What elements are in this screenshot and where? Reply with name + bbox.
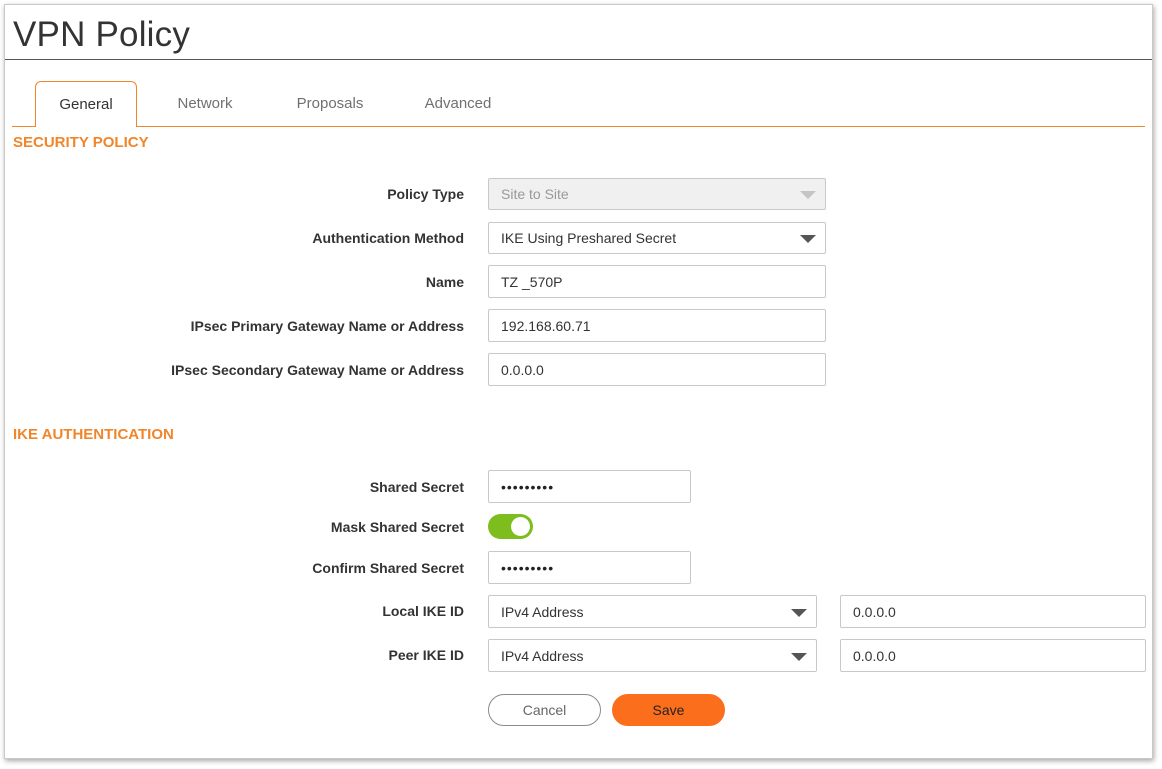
tab-advanced[interactable]: Advanced: [408, 81, 508, 126]
shared-secret-value: •••••••••: [501, 478, 555, 495]
caret-down-icon: [800, 235, 816, 243]
confirm-secret-input[interactable]: •••••••••: [488, 551, 691, 584]
confirm-secret-value: •••••••••: [501, 559, 555, 576]
peer-ike-id-input[interactable]: 0.0.0.0: [840, 639, 1146, 672]
local-ike-id-value: 0.0.0.0: [853, 603, 896, 620]
tab-bar: General Network Proposals Advanced: [12, 81, 1145, 127]
auth-method-label: Authentication Method: [312, 230, 464, 246]
ike-authentication-heading: IKE AUTHENTICATION: [13, 426, 174, 443]
primary-gateway-input[interactable]: 192.168.60.71: [488, 309, 826, 342]
cancel-button[interactable]: Cancel: [488, 694, 601, 726]
local-ike-id-label: Local IKE ID: [382, 603, 464, 619]
policy-type-select: Site to Site: [488, 178, 826, 210]
vpn-policy-window: VPN Policy General Network Proposals Adv…: [4, 4, 1153, 759]
local-ike-id-type: IPv4 Address: [501, 603, 584, 620]
peer-ike-id-label: Peer IKE ID: [388, 647, 464, 663]
secondary-gateway-label: IPsec Secondary Gateway Name or Address: [171, 362, 464, 378]
title-divider: [5, 59, 1152, 60]
tab-network[interactable]: Network: [155, 81, 255, 126]
mask-shared-secret-label: Mask Shared Secret: [330, 519, 464, 535]
name-value: TZ _570P: [501, 273, 563, 290]
peer-ike-id-type-select[interactable]: IPv4 Address: [488, 639, 817, 672]
policy-type-label: Policy Type: [387, 186, 464, 202]
shared-secret-label: Shared Secret: [369, 479, 464, 495]
caret-down-icon: [791, 652, 807, 661]
caret-down-icon: [791, 608, 807, 617]
primary-gateway-value: 192.168.60.71: [501, 317, 591, 334]
toggle-knob: [511, 517, 530, 536]
secondary-gateway-value: 0.0.0.0: [501, 361, 544, 378]
peer-ike-id-value: 0.0.0.0: [853, 647, 896, 664]
page-title: VPN Policy: [13, 15, 191, 54]
confirm-secret-label: Confirm Shared Secret: [312, 560, 464, 576]
local-ike-id-type-select[interactable]: IPv4 Address: [488, 595, 817, 628]
shared-secret-input[interactable]: •••••••••: [488, 470, 691, 503]
primary-gateway-label: IPsec Primary Gateway Name or Address: [190, 318, 464, 334]
policy-type-value: Site to Site: [501, 186, 569, 202]
name-input[interactable]: TZ _570P: [488, 265, 826, 298]
local-ike-id-input[interactable]: 0.0.0.0: [840, 595, 1146, 628]
tab-proposals[interactable]: Proposals: [280, 81, 380, 126]
tab-general[interactable]: General: [35, 81, 137, 127]
caret-down-icon: [800, 191, 816, 199]
auth-method-value: IKE Using Preshared Secret: [501, 230, 677, 246]
mask-shared-secret-toggle[interactable]: [488, 514, 533, 539]
peer-ike-id-type: IPv4 Address: [501, 647, 584, 664]
auth-method-select[interactable]: IKE Using Preshared Secret: [488, 222, 826, 254]
secondary-gateway-input[interactable]: 0.0.0.0: [488, 353, 826, 386]
save-button[interactable]: Save: [612, 694, 725, 726]
name-label: Name: [425, 274, 464, 290]
security-policy-heading: SECURITY POLICY: [13, 134, 149, 151]
